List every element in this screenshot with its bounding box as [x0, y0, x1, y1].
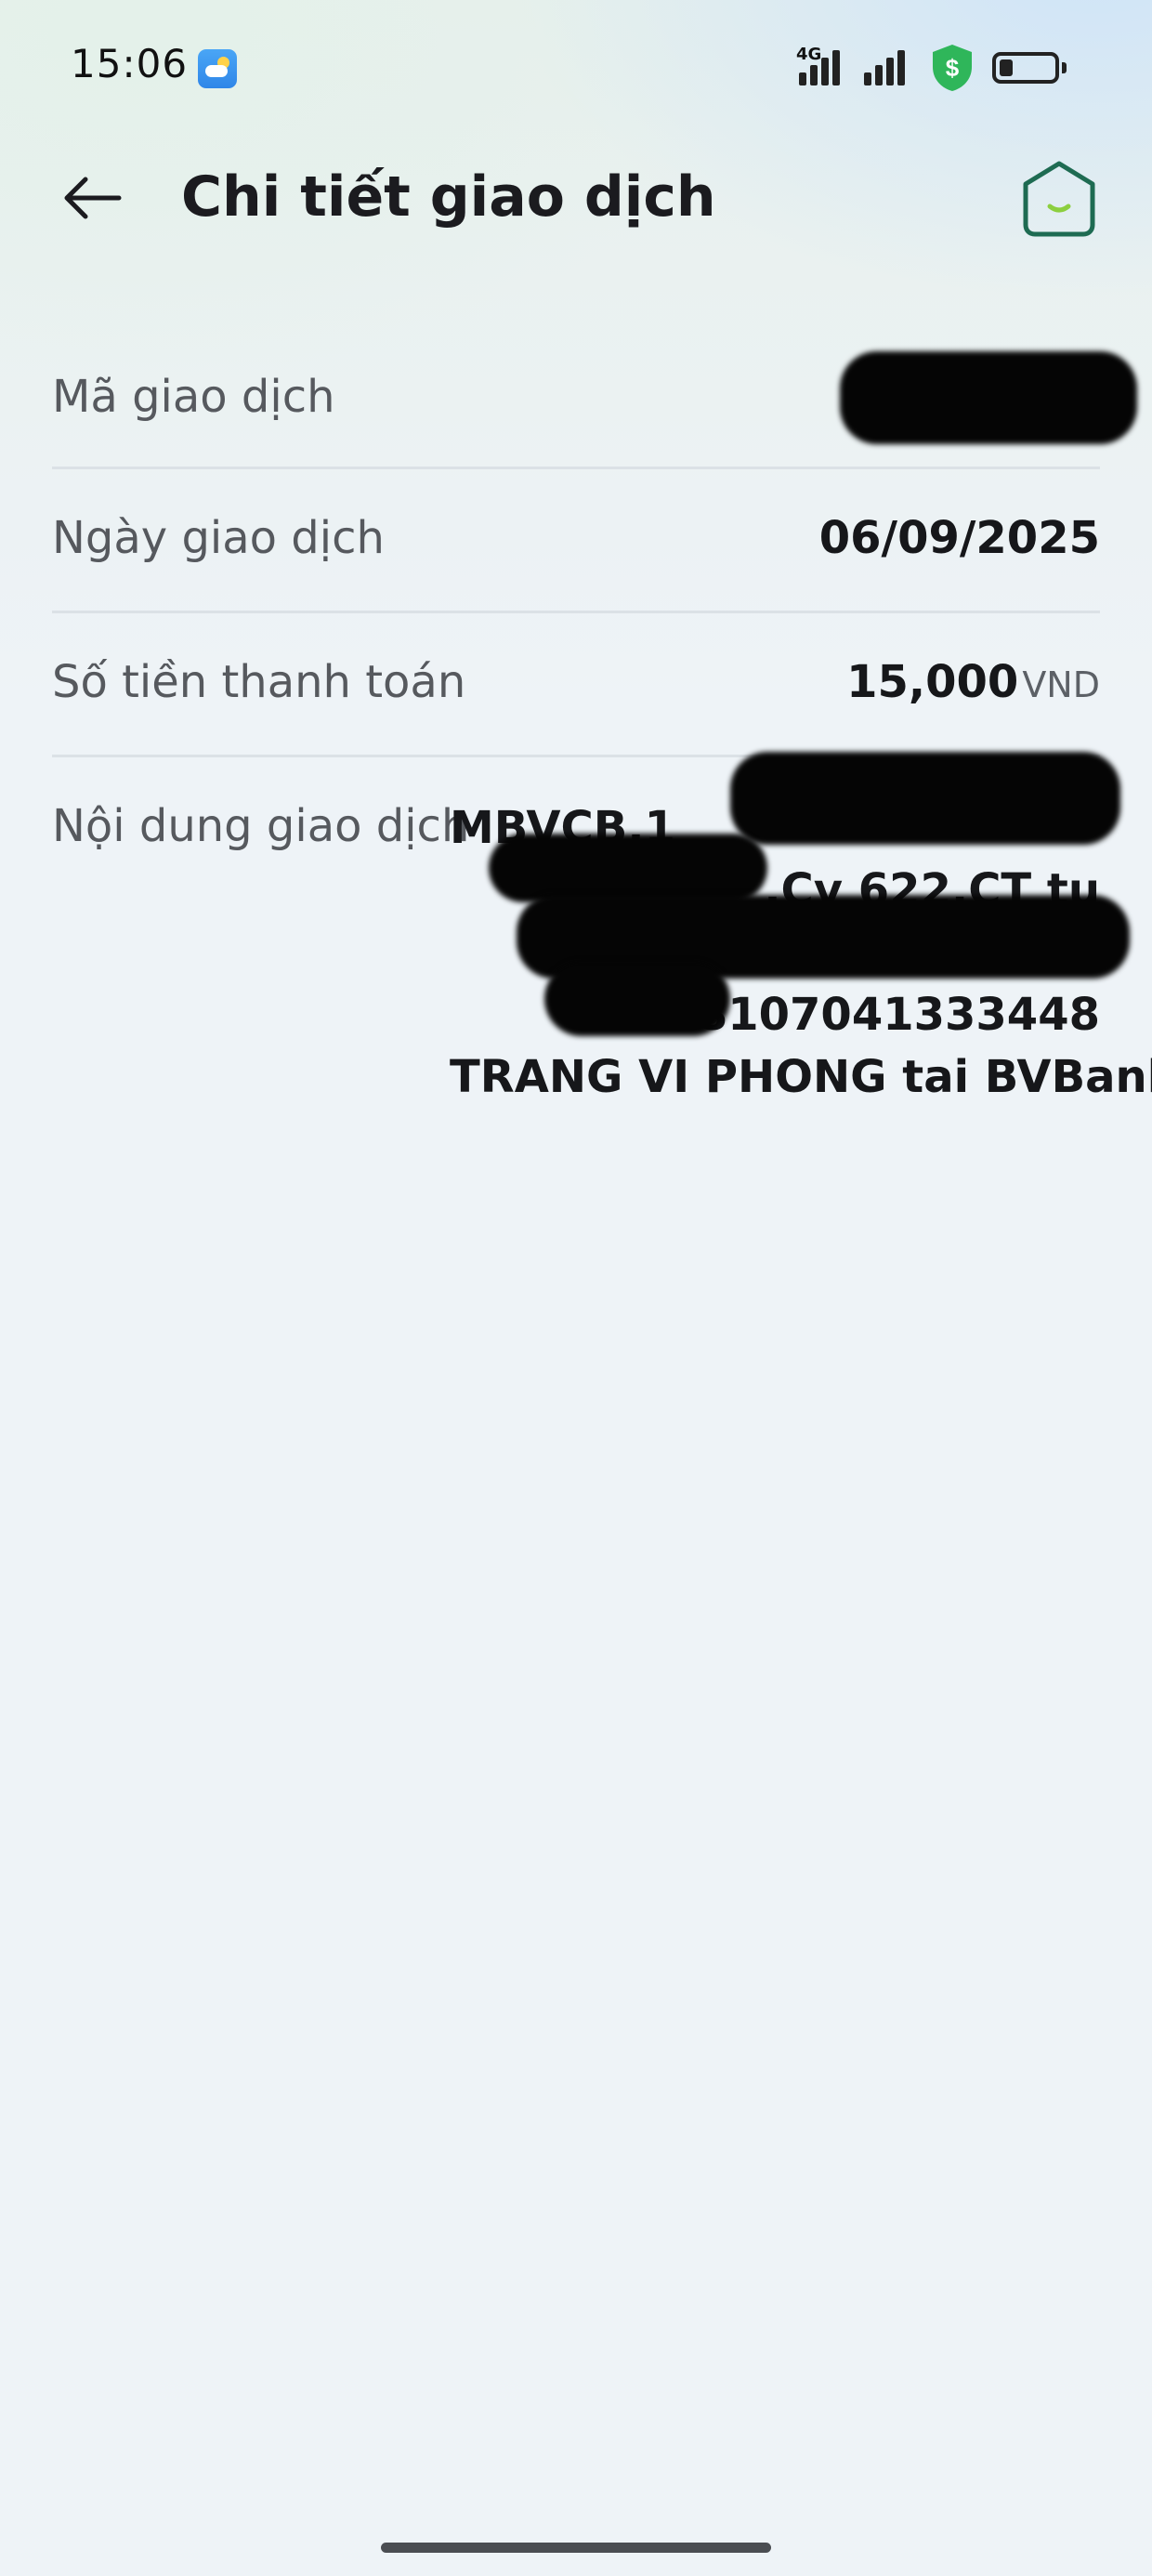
- app-header: Chi tiết giao dịch: [0, 139, 1152, 260]
- row-transaction-id: Mã giao dịch: [52, 325, 1137, 469]
- security-shield-icon: $: [933, 45, 972, 91]
- transaction-date-value: 06/09/2025: [818, 512, 1100, 564]
- arrow-left-icon: [64, 177, 122, 219]
- transaction-details: Mã giao dịch Ngày giao dịch 06/09/2025 S…: [52, 325, 1152, 1148]
- amount-currency: VND: [1022, 664, 1100, 705]
- amount-value: 15,000 VND: [846, 654, 1100, 713]
- row-amount: Số tiền thanh toán 15,000 VND: [52, 613, 1100, 757]
- amount-label: Số tiền thanh toán: [52, 656, 466, 708]
- row-content: Nội dung giao dịch MBVCB.1 .Cv 622.CT tu…: [52, 752, 1152, 1148]
- content-label: Nội dung giao dịch: [52, 800, 470, 852]
- signal-icon: [864, 48, 914, 85]
- redaction-mark: [730, 752, 1120, 845]
- status-time: 15:06: [71, 41, 189, 86]
- redaction-mark: [840, 351, 1137, 444]
- content-line: TRANG VI PHONG tai BVBank: [450, 1051, 1152, 1103]
- row-transaction-date: Ngày giao dịch 06/09/2025: [52, 469, 1100, 613]
- home-icon: [1023, 161, 1095, 237]
- transaction-id-label: Mã giao dịch: [52, 371, 335, 423]
- page-title: Chi tiết giao dịch: [181, 164, 716, 230]
- battery-icon: [992, 52, 1067, 84]
- transaction-date-label: Ngày giao dịch: [52, 512, 385, 564]
- status-bar: 15:06 4G $: [0, 0, 1152, 139]
- amount-number: 15,000: [846, 656, 1019, 708]
- home-indicator[interactable]: [381, 2543, 771, 2553]
- home-button[interactable]: [1018, 158, 1100, 240]
- svg-text:$: $: [946, 54, 960, 82]
- redaction-mark: [544, 962, 730, 1036]
- back-button[interactable]: [52, 165, 132, 230]
- weather-icon: [198, 49, 237, 88]
- redaction-mark: [489, 834, 767, 902]
- signal-icon: [799, 48, 849, 85]
